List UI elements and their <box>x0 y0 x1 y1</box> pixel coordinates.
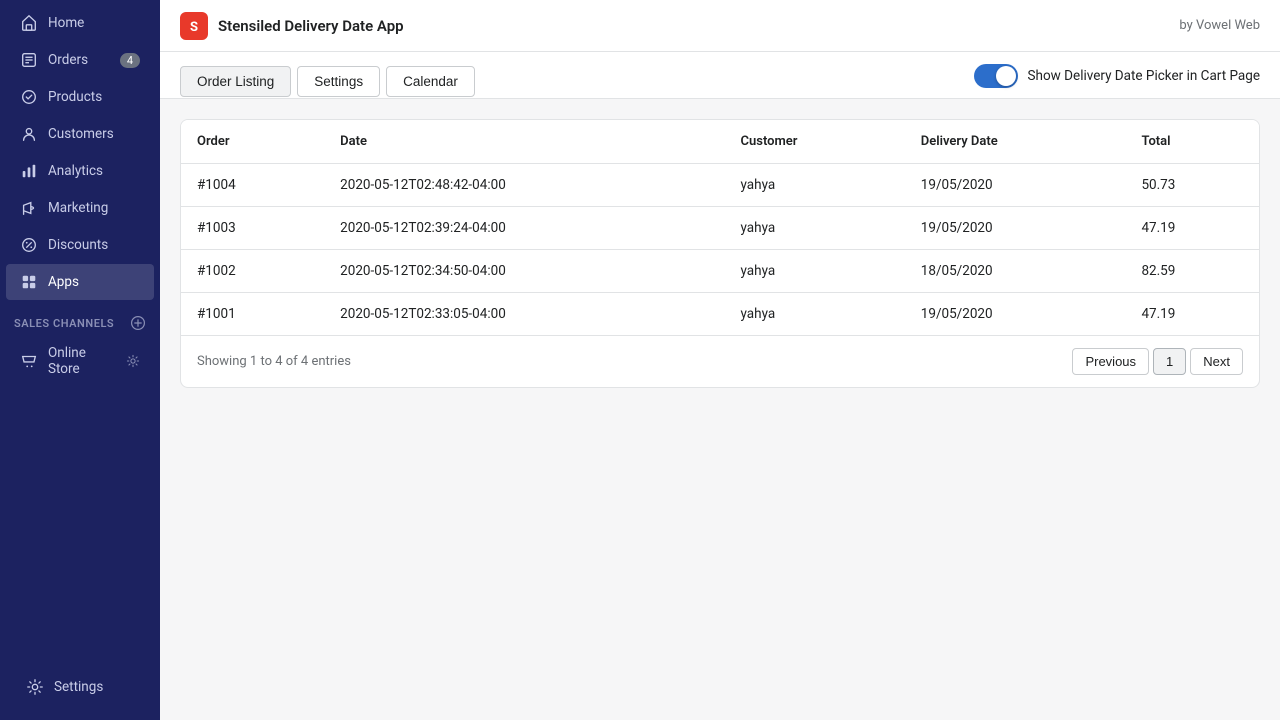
prev-page-button[interactable]: Previous <box>1072 348 1149 375</box>
online-store-gear-icon[interactable] <box>126 354 140 368</box>
app-byline: by Vowel Web <box>1179 18 1260 33</box>
cell-total: 50.73 <box>1125 164 1259 207</box>
sidebar-item-orders[interactable]: Orders 4 <box>6 42 154 78</box>
cell-total: 82.59 <box>1125 250 1259 293</box>
sidebar-item-discounts[interactable]: Discounts <box>6 227 154 263</box>
content-area: Order Date Customer Delivery Date Total … <box>160 99 1280 720</box>
cell-delivery-date: 19/05/2020 <box>905 164 1126 207</box>
marketing-icon <box>20 199 38 217</box>
sidebar-item-apps-label: Apps <box>48 274 79 290</box>
sidebar-item-customers[interactable]: Customers <box>6 116 154 152</box>
delivery-date-toggle[interactable] <box>974 64 1018 88</box>
discounts-icon <box>20 236 38 254</box>
orders-table-card: Order Date Customer Delivery Date Total … <box>180 119 1260 388</box>
sidebar-item-home[interactable]: Home <box>6 5 154 41</box>
cell-total: 47.19 <box>1125 207 1259 250</box>
sidebar-item-products[interactable]: Products <box>6 79 154 115</box>
cell-customer: yahya <box>725 293 905 336</box>
sidebar-item-customers-label: Customers <box>48 126 114 142</box>
cell-order: #1002 <box>181 250 324 293</box>
sidebar-item-settings-label: Settings <box>54 679 103 695</box>
sidebar-item-analytics[interactable]: Analytics <box>6 153 154 189</box>
cell-order: #1001 <box>181 293 324 336</box>
page-1-button[interactable]: 1 <box>1153 348 1186 375</box>
cell-order: #1003 <box>181 207 324 250</box>
table-row[interactable]: #1001 2020-05-12T02:33:05-04:00 yahya 19… <box>181 293 1259 336</box>
cell-date: 2020-05-12T02:48:42-04:00 <box>324 164 724 207</box>
settings-icon <box>26 678 44 696</box>
showing-entries: Showing 1 to 4 of 4 entries <box>197 354 351 369</box>
main-content: S Stensiled Delivery Date App by Vowel W… <box>160 0 1280 720</box>
orders-table: Order Date Customer Delivery Date Total … <box>181 120 1259 335</box>
tab-order-listing[interactable]: Order Listing <box>180 66 291 97</box>
sidebar-item-discounts-label: Discounts <box>48 237 108 253</box>
orders-badge: 4 <box>120 53 140 68</box>
sidebar-item-online-store[interactable]: Online Store <box>6 336 154 386</box>
cell-date: 2020-05-12T02:34:50-04:00 <box>324 250 724 293</box>
col-date: Date <box>324 120 724 164</box>
cell-total: 47.19 <box>1125 293 1259 336</box>
pagination: Previous 1 Next <box>1072 348 1243 375</box>
home-icon <box>20 14 38 32</box>
analytics-icon <box>20 162 38 180</box>
cell-date: 2020-05-12T02:39:24-04:00 <box>324 207 724 250</box>
col-total: Total <box>1125 120 1259 164</box>
tabs-bar: Order Listing Settings Calendar Show Del… <box>160 52 1280 99</box>
sales-channels-label: Sales Channels <box>0 301 160 335</box>
customers-icon <box>20 125 38 143</box>
cell-customer: yahya <box>725 164 905 207</box>
online-store-icon <box>20 352 38 370</box>
sidebar: Home Orders 4 Products Customers A <box>0 0 160 720</box>
table-body: #1004 2020-05-12T02:48:42-04:00 yahya 19… <box>181 164 1259 336</box>
sidebar-nav: Home Orders 4 Products Customers A <box>0 0 160 658</box>
cell-customer: yahya <box>725 207 905 250</box>
sidebar-item-marketing[interactable]: Marketing <box>6 190 154 226</box>
col-order: Order <box>181 120 324 164</box>
app-logo: S <box>180 12 208 40</box>
sidebar-item-online-store-label: Online Store <box>48 345 116 377</box>
svg-text:S: S <box>190 20 198 35</box>
sidebar-item-orders-label: Orders <box>48 52 88 68</box>
next-page-button[interactable]: Next <box>1190 348 1243 375</box>
topbar: S Stensiled Delivery Date App by Vowel W… <box>160 0 1280 52</box>
sidebar-item-settings[interactable]: Settings <box>12 669 148 705</box>
cell-delivery-date: 19/05/2020 <box>905 207 1126 250</box>
table-row[interactable]: #1004 2020-05-12T02:48:42-04:00 yahya 19… <box>181 164 1259 207</box>
sidebar-item-home-label: Home <box>48 15 84 31</box>
cell-customer: yahya <box>725 250 905 293</box>
cell-delivery-date: 18/05/2020 <box>905 250 1126 293</box>
add-sales-channel-icon[interactable] <box>130 315 146 331</box>
sidebar-item-analytics-label: Analytics <box>48 163 103 179</box>
app-title-area: S Stensiled Delivery Date App <box>180 12 404 40</box>
table-footer: Showing 1 to 4 of 4 entries Previous 1 N… <box>181 335 1259 387</box>
col-customer: Customer <box>725 120 905 164</box>
sidebar-item-products-label: Products <box>48 89 102 105</box>
cell-date: 2020-05-12T02:33:05-04:00 <box>324 293 724 336</box>
sidebar-item-apps[interactable]: Apps <box>6 264 154 300</box>
sidebar-item-marketing-label: Marketing <box>48 200 108 216</box>
toggle-area: Show Delivery Date Picker in Cart Page <box>974 64 1260 98</box>
tab-settings[interactable]: Settings <box>297 66 380 97</box>
products-icon <box>20 88 38 106</box>
app-title: Stensiled Delivery Date App <box>218 17 404 35</box>
orders-icon <box>20 51 38 69</box>
cell-order: #1004 <box>181 164 324 207</box>
sidebar-bottom: Settings <box>0 658 160 720</box>
table-row[interactable]: #1003 2020-05-12T02:39:24-04:00 yahya 19… <box>181 207 1259 250</box>
tab-calendar[interactable]: Calendar <box>386 66 475 97</box>
table-row[interactable]: #1002 2020-05-12T02:34:50-04:00 yahya 18… <box>181 250 1259 293</box>
col-delivery-date: Delivery Date <box>905 120 1126 164</box>
toggle-label: Show Delivery Date Picker in Cart Page <box>1028 68 1260 84</box>
apps-icon <box>20 273 38 291</box>
cell-delivery-date: 19/05/2020 <box>905 293 1126 336</box>
table-header-row: Order Date Customer Delivery Date Total <box>181 120 1259 164</box>
